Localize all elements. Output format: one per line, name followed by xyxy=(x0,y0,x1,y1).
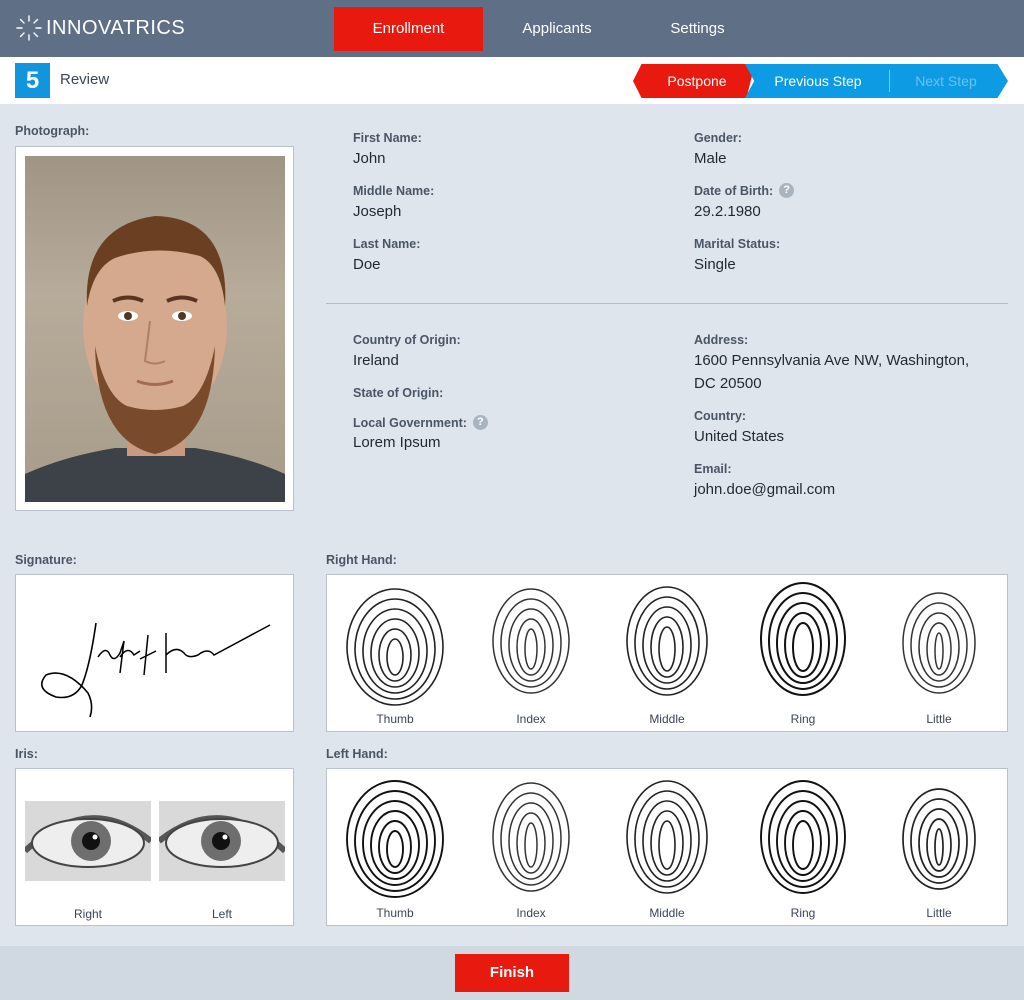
top-nav-bar: INNOVATRICS Enrollment Applicants Settin… xyxy=(0,0,1024,57)
fingerprint-icon xyxy=(492,782,570,892)
local-government-help-icon[interactable]: ? xyxy=(472,415,488,430)
step-navigation: Previous Step Next Step xyxy=(745,64,1008,98)
marital-status-value: Single xyxy=(694,256,736,273)
right-hand-label: Right Hand: xyxy=(326,553,397,567)
applicant-photo xyxy=(25,156,285,502)
address-label: Address: xyxy=(694,333,749,347)
step-bar: 5 Review Postpone Previous Step Next Ste… xyxy=(0,57,1024,104)
local-government-label-row: Local Government: ? xyxy=(353,415,488,430)
left-little-print: Little xyxy=(871,769,1007,925)
left-hand-label: Left Hand: xyxy=(326,747,388,761)
left-ring-print: Ring xyxy=(735,769,871,925)
dob-help-icon[interactable]: ? xyxy=(779,183,795,198)
dob-label: Date of Birth: xyxy=(694,183,774,198)
left-hand-card: Thumb Index Middle Ring Little xyxy=(326,768,1008,926)
finger-label: Middle xyxy=(649,712,685,726)
middle-name-label: Middle Name: xyxy=(353,184,435,198)
local-government-value: Lorem Ipsum xyxy=(353,434,441,451)
left-middle-print: Middle xyxy=(599,769,735,925)
right-index-print: Index xyxy=(463,575,599,731)
next-step-button: Next Step xyxy=(915,73,977,89)
iris-right-label: Right xyxy=(73,907,102,921)
finger-label: Little xyxy=(926,906,952,920)
dob-value: 29.2.1980 xyxy=(694,203,761,220)
fingerprint-icon xyxy=(626,780,708,894)
logo-text: INNOVATRICS xyxy=(46,16,186,39)
gender-value: Male xyxy=(694,150,727,167)
finger-label: Thumb xyxy=(376,712,414,726)
gender-label: Gender: xyxy=(694,131,742,145)
finger-label: Index xyxy=(516,712,546,726)
step-title: Review xyxy=(60,71,110,88)
fingerprint-icon xyxy=(760,582,846,696)
marital-status-label: Marital Status: xyxy=(694,237,781,251)
country-value: United States xyxy=(694,428,785,445)
finger-label: Little xyxy=(926,712,952,726)
country-of-origin-value: Ireland xyxy=(353,352,399,369)
footer-bar: Finish xyxy=(0,946,1024,1000)
photograph-label: Photograph: xyxy=(15,124,90,138)
right-middle-print: Middle xyxy=(599,575,735,731)
tab-applicants[interactable]: Applicants xyxy=(496,7,618,51)
iris-left-label: Left xyxy=(211,907,232,921)
left-thumb-print: Thumb xyxy=(327,769,463,925)
fingerprint-icon xyxy=(492,588,570,694)
iris-card: Right Left xyxy=(15,768,294,926)
fingerprint-icon xyxy=(760,780,846,894)
fingerprint-icon xyxy=(902,788,976,890)
right-iris-image xyxy=(25,801,151,881)
address-line2: DC 20500 xyxy=(694,375,762,392)
photograph-card xyxy=(15,146,294,511)
innovatrics-logo[interactable]: INNOVATRICS xyxy=(14,12,185,44)
tab-settings[interactable]: Settings xyxy=(640,7,755,51)
left-iris-image xyxy=(159,801,285,881)
right-hand-card: Thumb Index Middle Ring Little xyxy=(326,574,1008,732)
fingerprint-icon xyxy=(902,592,976,694)
right-little-print: Little xyxy=(871,575,1007,731)
right-ring-print: Ring xyxy=(735,575,871,731)
country-label: Country: xyxy=(694,409,747,423)
postpone-button[interactable]: Postpone xyxy=(633,64,755,98)
step-number-badge: 5 xyxy=(15,63,50,98)
eye-icon xyxy=(159,815,285,868)
fingerprint-icon xyxy=(346,780,444,898)
tab-enrollment[interactable]: Enrollment xyxy=(334,7,483,51)
step-nav-divider xyxy=(889,70,890,92)
finish-button[interactable]: Finish xyxy=(455,954,569,992)
address-line1: 1600 Pennsylvania Ave NW, Washington, xyxy=(694,352,970,369)
finger-label: Thumb xyxy=(376,906,414,920)
signature-card xyxy=(15,574,294,732)
country-of-origin-label: Country of Origin: xyxy=(353,333,461,347)
fingerprint-icon xyxy=(346,588,444,706)
eye-icon xyxy=(25,815,151,868)
section-divider xyxy=(326,303,1008,304)
signature-image xyxy=(40,622,271,718)
fingerprint-icon xyxy=(626,586,708,696)
first-name-value: John xyxy=(353,150,386,167)
email-label: Email: xyxy=(694,462,732,476)
finger-label: Middle xyxy=(649,906,685,920)
left-index-print: Index xyxy=(463,769,599,925)
logo-burst-icon xyxy=(16,15,42,41)
last-name-label: Last Name: xyxy=(353,237,421,251)
signature-label: Signature: xyxy=(15,553,77,567)
first-name-label: First Name: xyxy=(353,131,422,145)
finger-label: Index xyxy=(516,906,546,920)
local-government-label: Local Government: xyxy=(353,415,467,430)
iris-label: Iris: xyxy=(15,747,38,761)
previous-step-button[interactable]: Previous Step xyxy=(745,64,891,98)
finger-label: Ring xyxy=(790,906,816,920)
state-of-origin-label: State of Origin: xyxy=(353,386,444,400)
email-value: john.doe@gmail.com xyxy=(694,481,836,498)
last-name-value: Doe xyxy=(353,256,381,273)
dob-label-row: Date of Birth: ? xyxy=(694,183,795,198)
middle-name-value: Joseph xyxy=(353,203,402,220)
finger-label: Ring xyxy=(790,712,816,726)
right-thumb-print: Thumb xyxy=(327,575,463,731)
